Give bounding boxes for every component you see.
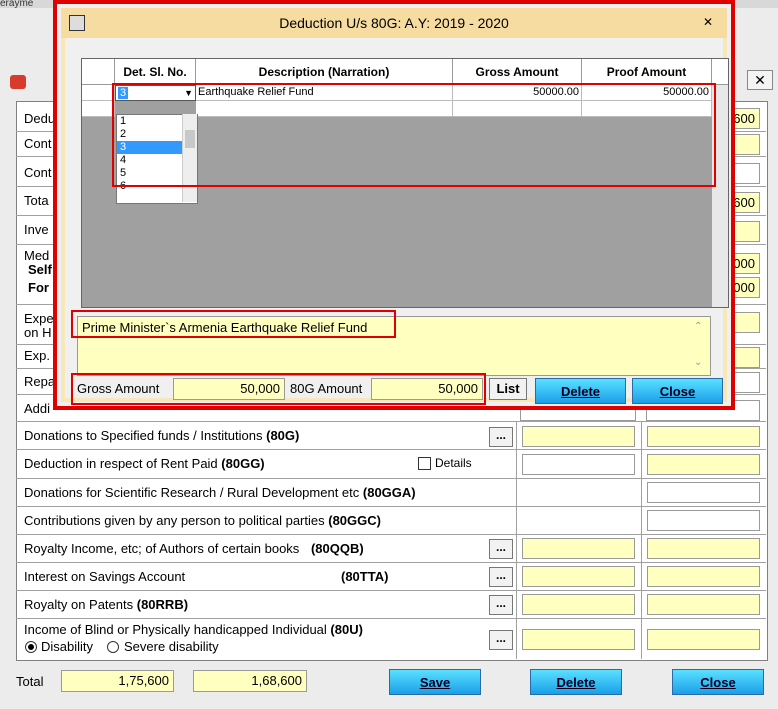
row-label: Expe [24,311,54,326]
row-detail-button[interactable]: ... [489,595,513,615]
severe-disability-radio[interactable] [107,641,119,653]
dialog-close-button[interactable]: Close [632,378,723,404]
row-value: 600 [733,195,755,210]
parent-top-text: erayme [0,0,34,8]
chevron-down-icon[interactable]: ⌄ [694,357,702,368]
app-icon [10,75,26,89]
column-header-proof: Proof Amount [582,59,712,85]
row-label: Cont [24,136,52,151]
radio-dot [28,644,34,650]
row-label: Tota [24,193,49,208]
row-value-field[interactable] [647,426,760,447]
row-label: Income of Blind or Physically handicappe… [24,622,363,637]
donation-grid: Det. Sl. No. Description (Narration) Gro… [81,58,729,308]
row-label: Exp. [24,348,51,363]
dialog-body: Det. Sl. No. Description (Narration) Gro… [65,38,729,405]
dialog-close-icon[interactable]: ✕ [693,13,723,31]
row-label: Deduction in respect of Rent Paid (80GG) [24,456,265,471]
row-value: 600 [733,111,755,126]
row-detail-button[interactable]: ... [489,567,513,587]
row-label: Cont [24,165,52,180]
highlight-box [71,373,486,405]
severe-disability-label: Severe disability [124,639,219,654]
total-field-2[interactable]: 1,68,600 [193,670,307,692]
save-button[interactable]: Save [389,669,481,695]
row-label: Contributions given by any person to pol… [24,513,381,528]
row-value-field[interactable] [647,538,760,559]
row-value-field[interactable] [522,538,635,559]
row-selector[interactable] [82,101,115,117]
dialog-title-bar: Deduction U/s 80G: A.Y: 2019 - 2020 ✕ [61,8,727,38]
dialog-title: Deduction U/s 80G: A.Y: 2019 - 2020 [279,15,509,31]
deduction-80g-dialog: Deduction U/s 80G: A.Y: 2019 - 2020 ✕ De… [53,0,735,410]
row-detail-button[interactable]: ... [489,427,513,447]
row-value: 000 [733,256,755,271]
parent-close-icon[interactable]: ✕ [747,70,773,90]
row-value-field[interactable] [522,594,635,615]
row-value-field[interactable] [647,510,760,531]
row-value-field[interactable] [522,629,635,650]
dialog-app-icon [69,15,85,31]
row-label: Self [28,262,52,277]
row-label: For [28,280,49,295]
column-header-sl: Det. Sl. No. [115,59,196,85]
row-label: Royalty on Patents (80RRB) [24,597,189,612]
row-label: Interest on Savings Account [24,569,186,584]
row-selector[interactable] [82,85,115,101]
row-value: 000 [733,280,755,295]
dialog-frame: Deduction U/s 80G: A.Y: 2019 - 2020 ✕ De… [61,8,729,405]
disability-label: Disability [41,639,94,654]
highlight-box [71,310,396,338]
delete-button[interactable]: Delete [530,669,622,695]
row-value-field[interactable] [647,566,760,587]
row-label: Addi [24,401,51,416]
row-value-field[interactable] [522,566,635,587]
chevron-up-icon[interactable]: ⌃ [694,321,702,332]
grid-header-filler [712,59,728,85]
row-detail-button[interactable]: ... [489,630,513,650]
disability-radio[interactable] [25,641,37,653]
column-header-description: Description (Narration) [196,59,453,85]
row-label: Royalty Income, etc; of Authors of certa… [24,541,364,556]
row-value-field[interactable] [522,426,635,447]
highlight-box [112,83,716,187]
total-field-1[interactable]: 1,75,600 [61,670,174,692]
row-value-field[interactable] [647,594,760,615]
total-label: Total [16,674,44,689]
details-label: Details [435,456,472,470]
row-label: Dedu [24,111,56,126]
row-label: on H [24,325,52,340]
row-value-field[interactable] [647,454,760,475]
total-value-2: 1,68,600 [251,673,302,688]
row-value-field[interactable] [647,482,760,503]
close-button[interactable]: Close [672,669,764,695]
row-detail-button[interactable]: ... [489,539,513,559]
row-label: Repa [24,374,56,389]
row-code: (80TTA) [341,569,389,584]
list-button[interactable]: List [489,378,527,400]
details-checkbox[interactable] [418,457,431,470]
row-label: Med [24,248,50,263]
dialog-delete-button[interactable]: Delete [535,378,626,404]
total-value-1: 1,75,600 [118,673,169,688]
column-header-gross: Gross Amount [453,59,582,85]
row-label: Donations to Specified funds / Instituti… [24,428,300,443]
row-value-field[interactable] [647,629,760,650]
grid-row-header-corner [82,59,115,85]
row-label: Donations for Scientific Research / Rura… [24,485,416,500]
row-value-field[interactable] [522,454,635,475]
row-label: Inve [24,222,49,237]
